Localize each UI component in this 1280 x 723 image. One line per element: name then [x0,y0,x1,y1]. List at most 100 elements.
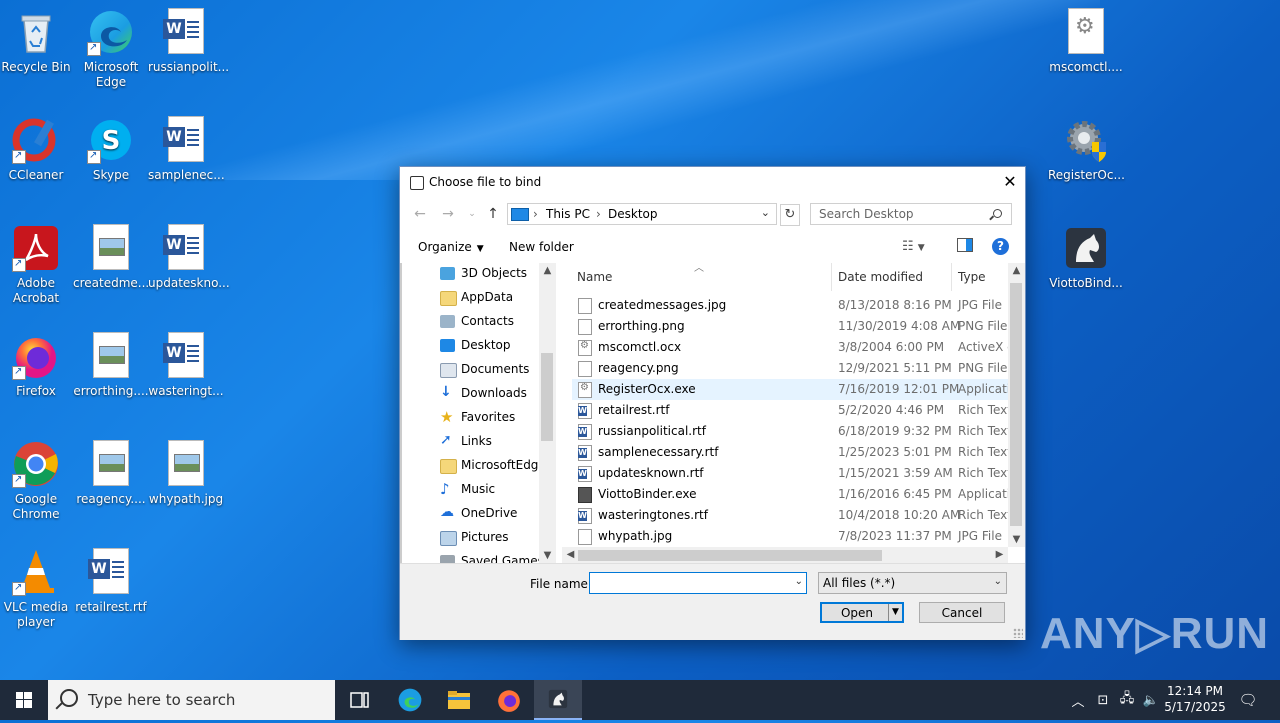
file-row[interactable]: ViottoBinder.exe 1/16/2016 6:45 PM Applica… [572,484,1008,505]
column-divider[interactable] [831,263,832,291]
desktop-icon-google-chrome[interactable]: Google Chrome [0,440,74,522]
back-arrow-icon[interactable]: ← [410,204,430,224]
view-options-icon[interactable]: ☷ ▼ [902,239,925,254]
scroll-down-arrow-icon[interactable]: ▼ [539,550,556,561]
scroll-up-arrow-icon[interactable]: ▲ [539,265,556,276]
nav-item-desktop[interactable]: Desktop [440,335,552,357]
preview-pane-icon[interactable] [957,238,973,256]
desktop-icon-samplenecessary[interactable]: W samplenec... [148,116,225,183]
desktop-icon-retailrest[interactable]: W retailrest.rtf [73,548,149,615]
notifications-icon[interactable]: 🗨 [1234,680,1262,720]
resize-grip[interactable] [1013,628,1023,638]
desktop-icon-reagency[interactable]: reagency.... [73,440,149,507]
file-row[interactable]: russianpolitical.rtf 6/18/2019 9:32 PM Ric… [572,421,1008,442]
task-view-button[interactable] [336,680,384,720]
file-row[interactable]: wasteringtones.rtf 10/4/2018 10:20 AMRich… [572,505,1008,526]
desktop-icon-recycle-bin[interactable]: Recycle Bin [0,8,74,75]
taskbar-firefox[interactable] [485,680,533,720]
taskbar-search-box[interactable]: Type here to search [48,680,335,720]
open-button[interactable]: Open ▼ [820,602,904,623]
nav-item-microsoftedge[interactable]: MicrosoftEdge [440,455,552,477]
file-row[interactable]: mscomctl.ocx 3/8/2004 6:00 PM ActiveX c [572,337,1008,358]
show-hidden-icons-chevron-icon[interactable]: ︿ [1068,680,1088,720]
file-name-input[interactable]: ⌄ [589,572,807,594]
taskbar-edge[interactable] [386,680,434,720]
column-divider[interactable] [951,263,952,291]
desktop-icon-errorthing[interactable]: errorthing.... [73,332,149,399]
file-row[interactable]: createdmessages.jpg 8/13/2018 8:16 PM JPG … [572,295,1008,316]
navpane-scrollbar[interactable]: ▲ ▼ [539,263,556,563]
scroll-down-arrow-icon[interactable]: ▼ [1008,534,1025,545]
column-header-name[interactable]: Name [577,270,612,298]
close-button[interactable]: ✕ [995,167,1025,197]
file-row-selected[interactable]: RegisterOcx.exe 7/16/2019 12:01 PMApplica… [572,379,1008,400]
cancel-button[interactable]: Cancel [919,602,1005,623]
scroll-left-arrow-icon[interactable]: ◀ [562,549,579,560]
column-header-date[interactable]: Date modified [838,270,923,298]
scrollbar-thumb[interactable] [578,550,882,561]
search-desktop-input[interactable]: Search Desktop [810,203,1012,225]
desktop-icon-mscomctl[interactable]: ⚙ mscomctl.... [1048,8,1124,75]
breadcrumb-this-pc[interactable]: This PC [546,207,590,221]
nav-item-music[interactable]: ♪ Music [440,479,552,501]
recent-locations-chevron-icon[interactable]: ⌄ [462,204,482,224]
chevron-down-icon[interactable]: ⌄ [761,206,770,219]
new-folder-button[interactable]: New folder [509,240,574,254]
scroll-up-arrow-icon[interactable]: ▲ [1008,265,1025,276]
nav-item-onedrive[interactable]: ☁ OneDrive [440,503,552,525]
organize-button[interactable]: Organize ▼ [418,240,484,254]
taskbar-clock[interactable]: 12:14 PM 5/17/2025 [1160,680,1230,720]
desktop-icon-createdmessages[interactable]: createdme... [73,224,149,291]
chevron-down-icon[interactable]: ⌄ [795,576,803,587]
nav-item-links[interactable]: ➚ Links [440,431,552,453]
help-icon[interactable]: ? [992,238,1009,255]
file-row[interactable]: errorthing.png 11/30/2019 4:08 AM PNG File [572,316,1008,337]
nav-item-saved-games[interactable]: Saved Games [440,551,552,563]
scrollbar-thumb[interactable] [1010,283,1022,526]
desktop-icon-whypath[interactable]: whypath.jpg [148,440,224,507]
file-list-horizontal-scrollbar[interactable]: ◀ ▶ [562,547,1008,564]
desktop-icon-registerocx[interactable]: RegisterOc... [1048,116,1125,183]
desktop-icon-viottobinder[interactable]: ViottoBind... [1048,224,1124,291]
scroll-right-arrow-icon[interactable]: ▶ [991,549,1008,560]
file-row[interactable]: samplenecessary.rtf 1/25/2023 5:01 PM Rich… [572,442,1008,463]
desktop-icon-wasteringtones[interactable]: W wasteringt... [148,332,224,399]
forward-arrow-icon[interactable]: → [438,204,458,224]
nav-item-documents[interactable]: Documents [440,359,552,381]
desktop-icon-adobe-acrobat[interactable]: Adobe Acrobat [0,224,74,306]
nav-item-favorites[interactable]: ★ Favorites [440,407,552,429]
dialog-title-bar[interactable]: Choose file to bind ✕ [400,167,1025,197]
taskbar-file-explorer[interactable] [435,680,483,720]
up-arrow-icon[interactable]: ↑ [483,204,503,224]
volume-icon[interactable]: 🔈 [1140,680,1162,720]
nav-item-pictures[interactable]: Pictures [440,527,552,549]
desktop-icon-updatesknown[interactable]: W updateskno... [148,224,230,291]
taskbar-viottobinder[interactable] [534,680,582,720]
desktop-icon-ccleaner[interactable]: CCleaner [0,116,74,183]
file-list-vertical-scrollbar[interactable]: ▲ ▼ [1008,263,1025,547]
desktop-icon-firefox[interactable]: Firefox [0,332,74,399]
nav-item-appdata[interactable]: AppData [440,287,552,309]
open-split-dropdown-icon[interactable]: ▼ [888,604,902,621]
refresh-icon[interactable]: ↻ [780,204,800,226]
meet-now-icon[interactable]: ⊡ [1092,680,1114,720]
column-header-type[interactable]: Type [958,270,986,298]
file-row[interactable]: updatesknown.rtf 1/15/2021 3:59 AM Rich Te… [572,463,1008,484]
address-bar[interactable]: › This PC › Desktop ⌄ [507,203,777,225]
breadcrumb-desktop[interactable]: Desktop [608,207,658,221]
desktop-icon-microsoft-edge[interactable]: Microsoft Edge [73,8,149,90]
desktop-icon-vlc[interactable]: VLC media player [0,548,74,630]
nav-item-contacts[interactable]: Contacts [440,311,552,333]
file-row[interactable]: retailrest.rtf 5/2/2020 4:46 PM Rich Text [572,400,1008,421]
nav-item-label: Saved Games [461,554,544,563]
nav-item-downloads[interactable]: ↓ Downloads [440,383,552,405]
desktop-icon-russianpolitical[interactable]: W russianpolit... [148,8,229,75]
start-button[interactable] [0,680,48,720]
nav-item-3d-objects[interactable]: 3D Objects [440,263,552,285]
file-type-filter-select[interactable]: All files (*.*) ⌄ [818,572,1007,594]
file-row[interactable]: reagency.png 12/9/2021 5:11 PM PNG File [572,358,1008,379]
network-icon[interactable]: 🖧 [1116,680,1138,720]
file-row[interactable]: whypath.jpg 7/8/2023 11:37 PM JPG File [572,526,1008,547]
scrollbar-thumb[interactable] [541,353,553,441]
desktop-icon-skype[interactable]: S Skype [73,116,149,183]
